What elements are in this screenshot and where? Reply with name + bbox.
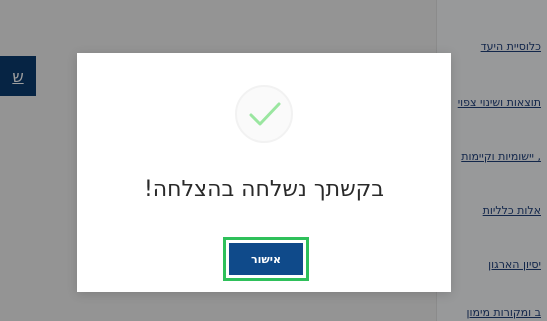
confirm-button-focus-ring: אישור: [223, 237, 309, 281]
confirm-button[interactable]: אישור: [229, 243, 303, 275]
check-icon: [235, 85, 293, 143]
success-message: בקשתך נשלחה בהצלחה!: [143, 177, 385, 202]
success-dialog: בקשתך נשלחה בהצלחה! אישור: [77, 53, 451, 292]
